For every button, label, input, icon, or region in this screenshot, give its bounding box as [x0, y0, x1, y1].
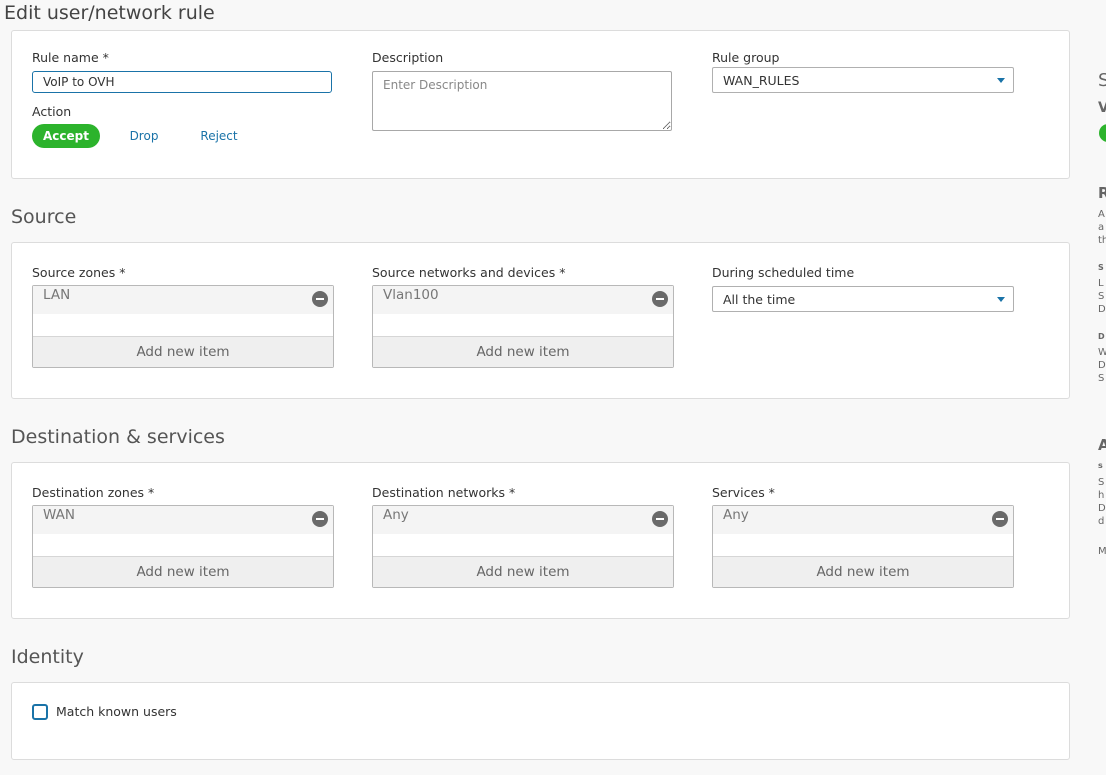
list-item: Any	[373, 506, 673, 534]
destination-networks-list: Any Add new item	[372, 505, 674, 588]
destination-zones-list: WAN Add new item	[32, 505, 334, 588]
services-label: Services *	[712, 485, 775, 500]
page-title: Edit user/network rule	[4, 2, 215, 24]
help-text: a	[1098, 222, 1105, 233]
rule-group-label: Rule group	[712, 50, 780, 65]
rule-group-value: WAN_RULES	[723, 73, 800, 88]
schedule-value: All the time	[723, 292, 796, 307]
help-panel: S V R A a th S L S D D W D S A s S h D d…	[1098, 0, 1106, 775]
list-item: Any	[713, 506, 1013, 534]
add-new-item-button[interactable]: Add new item	[373, 336, 673, 367]
remove-icon[interactable]	[652, 291, 668, 307]
help-text: S	[1098, 291, 1105, 302]
help-text: W	[1098, 347, 1106, 358]
action-reject-button[interactable]: Reject	[194, 124, 244, 148]
source-zones-list: LAN Add new item	[32, 285, 334, 368]
match-known-users-label: Match known users	[56, 704, 177, 719]
add-new-item-button[interactable]: Add new item	[373, 556, 673, 587]
help-text: D	[1098, 360, 1106, 371]
help-text: h	[1098, 490, 1105, 501]
rule-name-label: Rule name *	[32, 50, 109, 65]
help-heading: A	[1098, 436, 1106, 454]
add-new-item-button[interactable]: Add new item	[33, 336, 333, 367]
rule-group-select[interactable]: WAN_RULES	[712, 67, 1014, 93]
source-networks-label: Source networks and devices *	[372, 265, 566, 280]
help-subheading: S	[1098, 263, 1104, 272]
services-list: Any Add new item	[712, 505, 1014, 588]
schedule-label: During scheduled time	[712, 265, 855, 280]
remove-icon[interactable]	[312, 511, 328, 527]
help-text: S	[1098, 373, 1105, 384]
description-textarea[interactable]	[372, 71, 672, 131]
source-networks-list: Vlan100 Add new item	[372, 285, 674, 368]
help-heading: R	[1098, 184, 1106, 202]
match-known-users-checkbox[interactable]	[32, 704, 48, 720]
list-item: LAN	[33, 286, 333, 314]
help-text: A	[1098, 209, 1105, 220]
help-text: L	[1098, 278, 1104, 289]
help-heading: S	[1098, 70, 1106, 91]
help-text: th	[1098, 235, 1106, 246]
remove-icon[interactable]	[312, 291, 328, 307]
action-label: Action	[32, 104, 72, 119]
general-panel: Rule name * Action Accept Drop Reject De…	[11, 30, 1070, 179]
help-text: D	[1098, 304, 1106, 315]
destination-networks-label: Destination networks *	[372, 485, 516, 500]
identity-heading: Identity	[11, 646, 84, 668]
help-text: S	[1098, 477, 1105, 488]
list-item: Vlan100	[373, 286, 673, 314]
add-new-item-button[interactable]: Add new item	[33, 556, 333, 587]
source-zones-label: Source zones *	[32, 265, 126, 280]
source-panel: Source zones * LAN Add new item Source n…	[11, 242, 1070, 399]
action-accept-button[interactable]: Accept	[32, 124, 100, 148]
help-label: V	[1098, 100, 1106, 116]
remove-icon[interactable]	[992, 511, 1008, 527]
help-subheading: s	[1098, 461, 1103, 470]
description-label: Description	[372, 50, 444, 65]
chevron-down-icon	[997, 78, 1005, 83]
add-new-item-button[interactable]: Add new item	[713, 556, 1013, 587]
status-toggle[interactable]	[1099, 124, 1106, 142]
destination-panel: Destination zones * WAN Add new item Des…	[11, 462, 1070, 619]
source-heading: Source	[11, 206, 77, 228]
help-text: M	[1098, 546, 1106, 557]
help-text: D	[1098, 503, 1106, 514]
action-drop-button[interactable]: Drop	[120, 124, 168, 148]
chevron-down-icon	[997, 297, 1005, 302]
destination-zones-label: Destination zones *	[32, 485, 155, 500]
help-subheading: D	[1098, 332, 1105, 341]
destination-heading: Destination & services	[11, 426, 225, 448]
remove-icon[interactable]	[652, 511, 668, 527]
rule-name-input[interactable]	[32, 71, 332, 93]
list-item: WAN	[33, 506, 333, 534]
schedule-select[interactable]: All the time	[712, 286, 1014, 312]
identity-panel: Match known users	[11, 682, 1070, 760]
help-text: d	[1098, 516, 1105, 527]
